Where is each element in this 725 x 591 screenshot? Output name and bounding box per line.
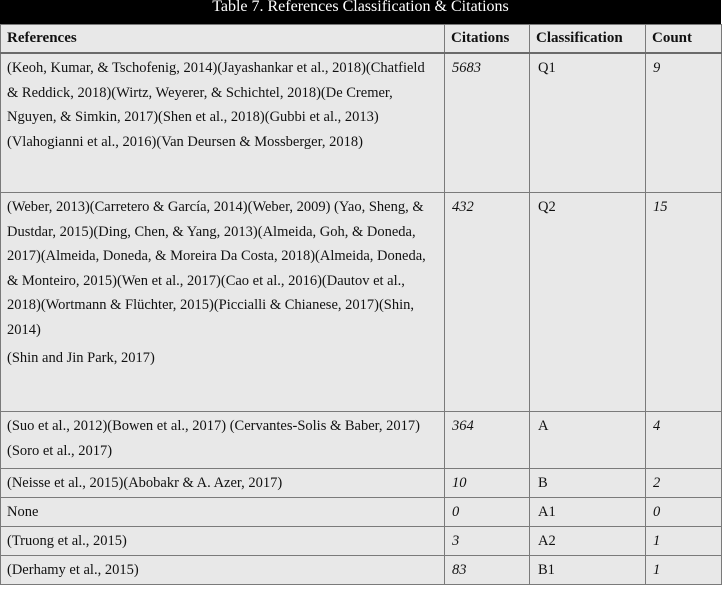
references-cell: (Neisse et al., 2015)(Abobakr & A. Azer,… [0, 468, 445, 498]
header-references: References [0, 24, 445, 54]
table-row: (Neisse et al., 2015)(Abobakr & A. Azer,… [0, 468, 722, 498]
citations-cell: 83 [444, 555, 530, 585]
count-cell: 1 [645, 555, 722, 585]
table-row: (Keoh, Kumar, & Tschofenig, 2014)(Jayash… [0, 52, 722, 193]
classification-cell: B [529, 468, 646, 498]
count-cell: 2 [645, 468, 722, 498]
citations-cell: 3 [444, 526, 530, 556]
table-row: (Suo et al., 2012)(Bowen et al., 2017) (… [0, 411, 722, 469]
citations-cell: 5683 [444, 52, 530, 193]
references-cell: (Keoh, Kumar, & Tschofenig, 2014)(Jayash… [0, 52, 445, 193]
references-text: (Weber, 2013)(Carretero & García, 2014)(… [7, 199, 426, 338]
classification-cell: B1 [529, 555, 646, 585]
table-row: None 0 A1 0 [0, 497, 722, 527]
references-extra-text: (Shin and Jin Park, 2017) [7, 350, 155, 366]
count-cell: 1 [645, 526, 722, 556]
references-table-page: Table 7. References Classification & Cit… [0, 0, 722, 585]
references-cell: (Suo et al., 2012)(Bowen et al., 2017) (… [0, 411, 445, 469]
count-cell: 4 [645, 411, 722, 469]
header-citations: Citations [444, 24, 530, 54]
count-cell: 0 [645, 497, 722, 527]
classification-cell: A1 [529, 497, 646, 527]
references-classification-table: References Citations Classification Coun… [0, 24, 722, 585]
table-caption: Table 7. References Classification & Cit… [0, 0, 721, 24]
classification-cell: A [529, 411, 646, 469]
references-cell: None [0, 497, 445, 527]
header-classification: Classification [529, 24, 646, 54]
classification-cell: Q2 [529, 192, 646, 412]
citations-cell: 364 [444, 411, 530, 469]
references-text: (Suo et al., 2012)(Bowen et al., 2017) (… [7, 418, 420, 459]
references-text: (Keoh, Kumar, & Tschofenig, 2014)(Jayash… [7, 60, 425, 150]
header-count: Count [645, 24, 722, 54]
count-cell: 9 [645, 52, 722, 193]
references-cell: (Weber, 2013)(Carretero & García, 2014)(… [0, 192, 445, 412]
table-header-row: References Citations Classification Coun… [0, 24, 722, 54]
classification-cell: A2 [529, 526, 646, 556]
table-row: (Weber, 2013)(Carretero & García, 2014)(… [0, 192, 722, 412]
references-cell: (Derhamy et al., 2015) [0, 555, 445, 585]
citations-cell: 432 [444, 192, 530, 412]
citations-cell: 0 [444, 497, 530, 527]
citations-cell: 10 [444, 468, 530, 498]
references-cell: (Truong et al., 2015) [0, 526, 445, 556]
count-cell: 15 [645, 192, 722, 412]
table-row: (Truong et al., 2015) 3 A2 1 [0, 526, 722, 556]
classification-cell: Q1 [529, 52, 646, 193]
table-row: (Derhamy et al., 2015) 83 B1 1 [0, 555, 722, 585]
